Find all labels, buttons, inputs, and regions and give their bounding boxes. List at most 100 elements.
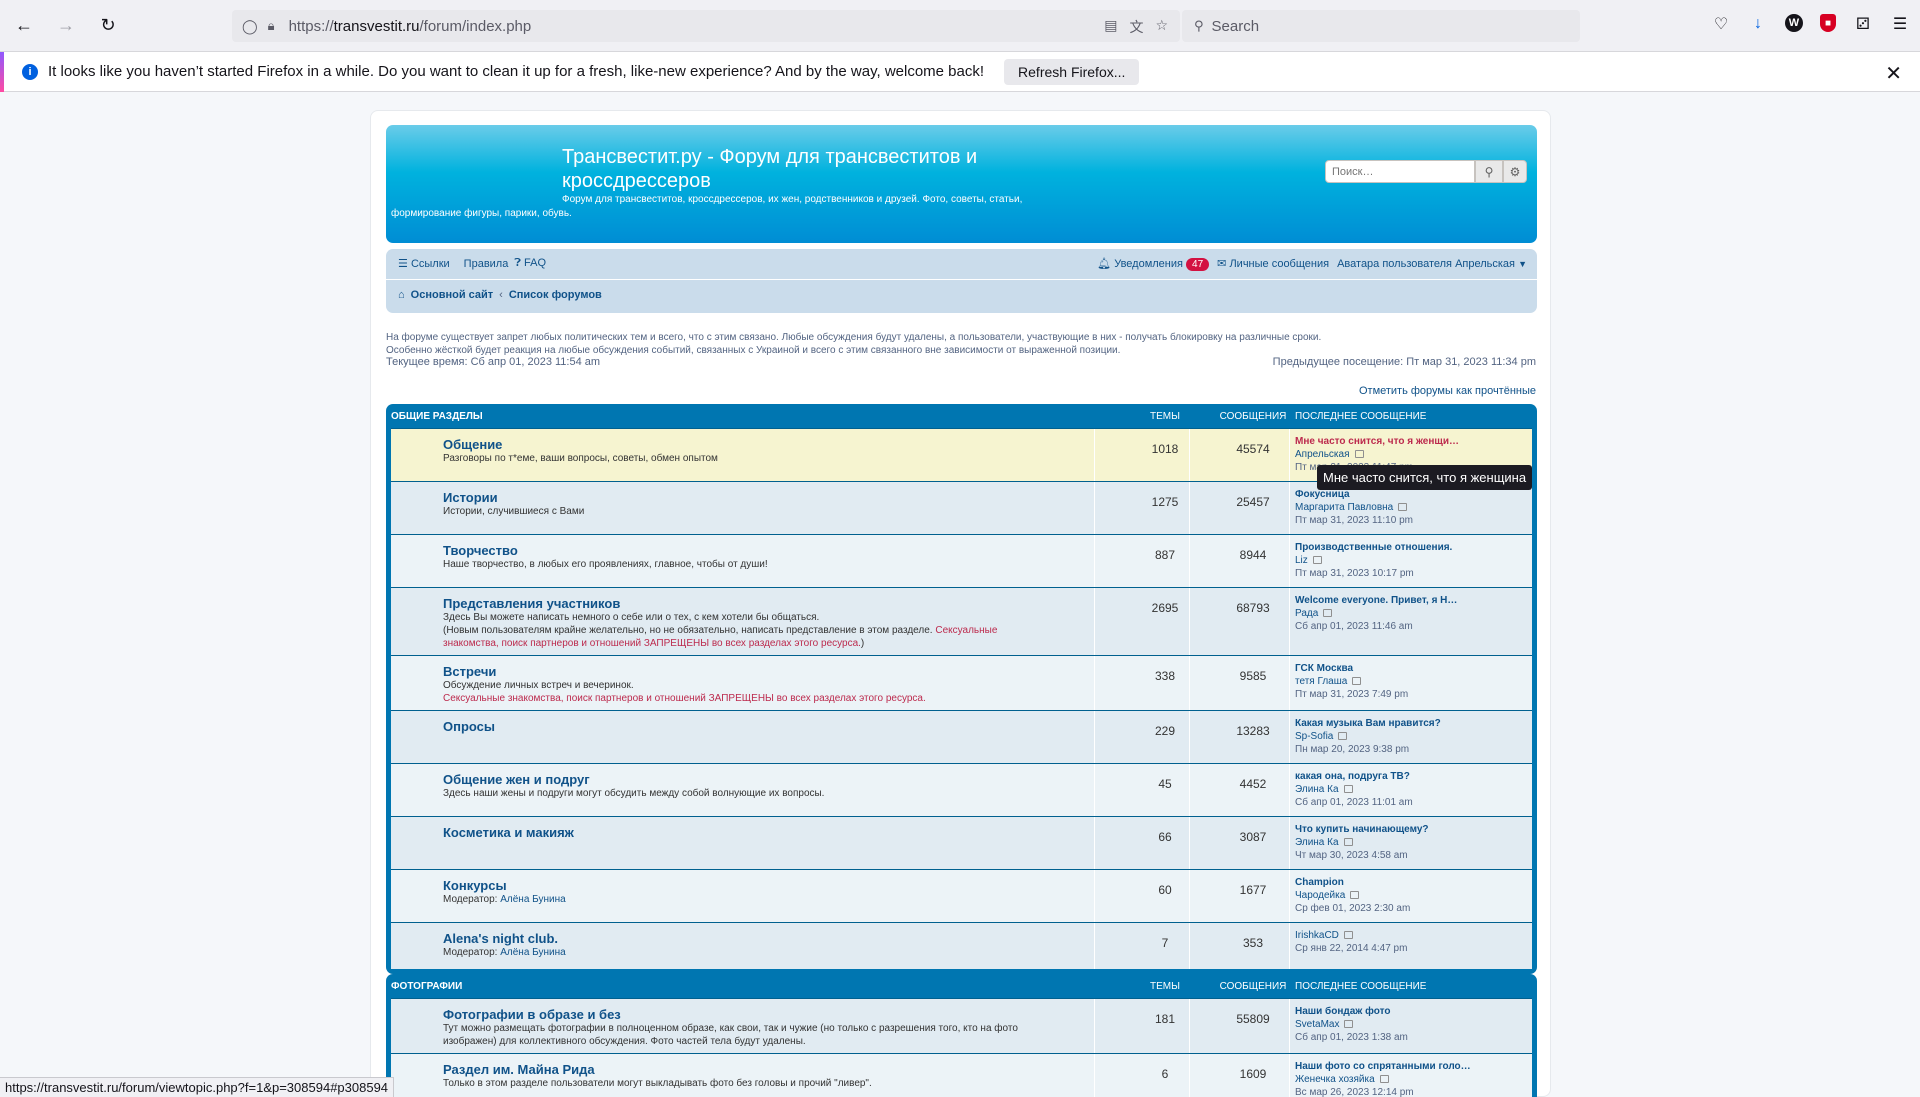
forum-title[interactable]: Фотографии в образе и без [443,1007,621,1022]
last-post-title[interactable]: Наши фото со спрятанными голо… [1295,1060,1471,1073]
shield-icon[interactable]: ◯ [242,18,258,35]
last-post-author[interactable]: Маргарита Павловна [1295,502,1393,513]
site-title[interactable]: Трансвестит.ру - Форум для трансвеститов… [562,145,1122,193]
forum-row: Опросы 229 13283 Какая музыка Вам нравит… [391,710,1532,763]
reload-icon[interactable]: ↻ [90,8,126,44]
forum-search-input[interactable] [1325,160,1475,183]
reader-view-icon[interactable]: ▤ [1104,17,1117,37]
last-post-title[interactable]: Мне часто снится, что я женщи… [1295,435,1459,448]
moderator-link[interactable]: Алёна Бунина [500,894,565,905]
forum-title[interactable]: Косметика и макияж [443,825,574,840]
section-title[interactable]: Фотографии [391,981,462,992]
last-post: Производственные отношения. Liz Пт мар 3… [1295,541,1452,580]
forum-title[interactable]: Конкурсы [443,878,507,893]
forum-title[interactable]: Творчество [443,543,518,558]
extensions-icon[interactable]: ⚂ [1853,14,1873,34]
forum-title[interactable]: Встречи [443,664,496,679]
url-text[interactable]: https://transvestit.ru/forum/index.php [289,18,532,35]
last-post-title[interactable]: Наши бондаж фото [1295,1005,1408,1018]
refresh-firefox-button[interactable]: Refresh Firefox... [1004,58,1140,85]
private-messages-link[interactable]: ✉ Личные сообщения [1217,257,1329,270]
view-latest-post-icon[interactable] [1343,931,1353,940]
view-latest-post-icon[interactable] [1379,1075,1389,1084]
user-menu[interactable]: Аватара пользователя Апрельская ▼ [1337,258,1527,270]
info-icon: i [22,63,38,80]
view-latest-post-icon[interactable] [1352,677,1362,686]
menu-icon[interactable]: ☰ [1890,14,1910,34]
advanced-search-button[interactable]: ⚙ [1503,160,1527,183]
moderator-link[interactable]: Алёна Бунина [500,947,565,958]
close-icon[interactable]: ✕ [1885,61,1902,86]
browser-search-box[interactable]: ⚲ Search [1182,10,1580,42]
view-latest-post-icon[interactable] [1350,891,1360,900]
url-bar[interactable]: ◯ 🔒︎ https://transvestit.ru/forum/index.… [232,10,1180,42]
row-divider [1189,535,1190,587]
view-latest-post-icon[interactable] [1343,838,1353,847]
last-post-author[interactable]: Элина Ка [1295,784,1339,795]
lock-icon[interactable]: 🔒︎ [268,18,275,34]
wikipedia-extension-icon[interactable]: W [1785,14,1803,32]
forum-title[interactable]: Общение жен и подруг [443,772,590,787]
last-post-title[interactable]: Что купить начинающему? [1295,823,1429,836]
last-post-author[interactable]: Liz [1295,555,1308,566]
back-icon[interactable]: ← [6,8,42,44]
last-post-author[interactable]: Женечка хозяйка [1295,1074,1375,1085]
forward-icon[interactable]: → [48,8,84,44]
last-post-title[interactable]: Champion [1295,876,1410,889]
view-latest-post-icon[interactable] [1323,609,1333,618]
last-post-author[interactable]: SvetaMax [1295,1019,1339,1030]
section-title[interactable]: Общие разделы [391,411,483,422]
notifications-badge: 47 [1186,258,1210,271]
breadcrumb-index[interactable]: Список форумов [509,289,602,301]
search-button[interactable]: ⚲ [1475,160,1503,183]
forum-title[interactable]: Представления участников [443,596,620,611]
view-latest-post-icon[interactable] [1354,450,1364,459]
forum-title[interactable]: Alena's night club. [443,931,558,946]
last-post-title[interactable]: Welcome everyone. Привет, я Н… [1295,594,1457,607]
forum-title[interactable]: Раздел им. Майна Рида [443,1062,595,1077]
last-post-author[interactable]: Sp-Sofia [1295,731,1333,742]
notifications-link[interactable]: 🔔︎ Уведомления 47 [1097,257,1210,271]
last-post-author[interactable]: Элина Ка [1295,837,1339,848]
forum-title[interactable]: Опросы [443,719,495,734]
last-post-author[interactable]: IrishkaCD [1295,930,1339,941]
last-post-title[interactable]: Какая музыка Вам нравится? [1295,717,1441,730]
rules-link[interactable]: Правила [464,258,509,270]
row-divider [1094,588,1095,655]
row-divider [1289,764,1290,816]
forum-title[interactable]: Истории [443,490,498,505]
forum-description: Здесь Вы можете написать немного о себе … [443,611,1053,650]
last-post-author[interactable]: тетя Глаша [1295,676,1347,687]
pocket-icon[interactable]: ♡ [1711,14,1731,34]
post-count: 25457 [1236,495,1270,509]
downloads-icon[interactable]: ↓ [1748,14,1768,34]
inbox-icon: ✉ [1217,258,1227,270]
row-divider [1189,711,1190,763]
translate-icon[interactable]: 文 [1129,17,1143,37]
view-latest-post-icon[interactable] [1398,503,1408,512]
last-post-author[interactable]: Рада [1295,608,1318,619]
view-latest-post-icon[interactable] [1344,1020,1354,1029]
breadcrumb-home[interactable]: Основной сайт [411,289,494,301]
faq-label: FAQ [524,257,547,269]
faq-link[interactable]: ❓︎ FAQ [514,257,546,270]
mark-forums-read-link[interactable]: Отметить форумы как прочтённые [1359,385,1536,397]
last-post: Наши фото со спрятанными голо… Женечка х… [1295,1060,1471,1097]
last-post-title[interactable]: ГСК Москва [1295,662,1408,675]
view-latest-post-icon[interactable] [1343,785,1353,794]
last-post-author[interactable]: Чародейка [1295,890,1345,901]
view-latest-post-icon[interactable] [1312,556,1322,565]
view-latest-post-icon[interactable] [1338,732,1348,741]
last-post-title[interactable]: Производственные отношения. [1295,541,1452,554]
quick-links-label: Ссылки [410,258,450,270]
bookmark-star-icon[interactable]: ☆ [1155,17,1168,37]
forum-title[interactable]: Общение [443,437,502,452]
last-post-title[interactable]: какая она, подруга ТВ? [1295,770,1413,783]
last-post-time: Ср фев 01, 2023 2:30 am [1295,903,1411,914]
row-divider [1289,588,1290,655]
quick-links-menu[interactable]: ☰ Ссылки [398,257,450,270]
forum-row: Встречи Обсуждение личных встреч и вечер… [391,655,1532,710]
last-post-author[interactable]: Апрельская [1295,449,1350,460]
ublock-extension-icon[interactable]: ■ [1820,14,1836,32]
last-post-time: Пт мар 31, 2023 11:10 pm [1295,515,1413,526]
